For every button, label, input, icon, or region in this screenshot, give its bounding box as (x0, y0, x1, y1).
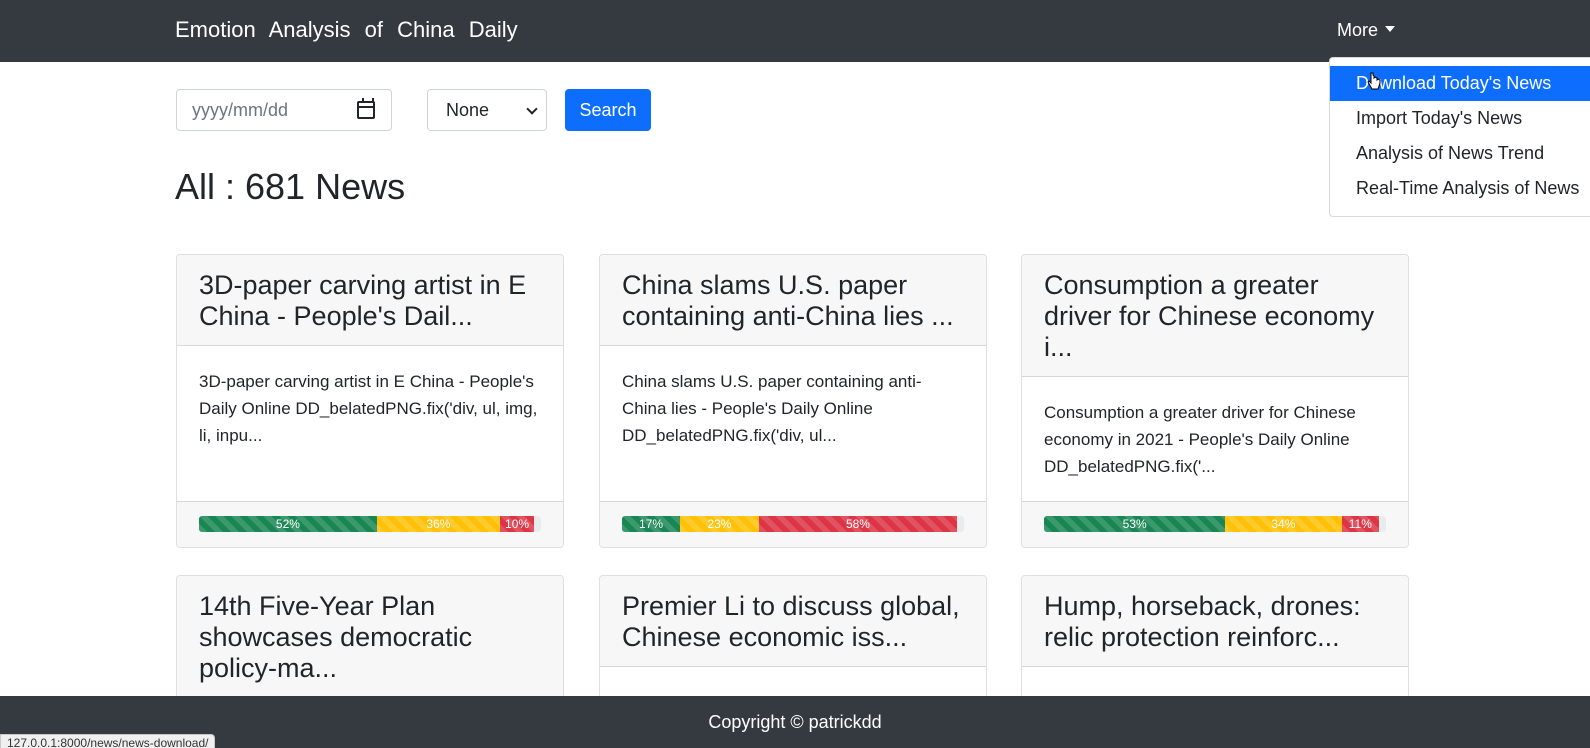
card-body: China slams U.S. paper containing anti-C… (622, 372, 922, 445)
negative-bar: 58% (758, 516, 958, 532)
navbar: Emotion Analysis of China Daily More (0, 0, 1590, 62)
date-placeholder: yyyy/mm/dd (192, 100, 289, 120)
positive-bar: 52% (199, 516, 377, 532)
negative-bar: 11% (1341, 516, 1380, 532)
card-title[interactable]: 3D-paper carving artist in E China - Peo… (177, 255, 563, 346)
card-footer: 52% 36% 10% (177, 501, 563, 547)
negative-bar: 10% (499, 516, 535, 532)
positive-bar: 17% (622, 516, 681, 532)
page-footer: Copyright © patrickdd (0, 696, 1590, 748)
sentiment-progress: 53% 34% 11% (1044, 516, 1386, 532)
menu-item-import-news[interactable]: Import Today's News (1330, 101, 1590, 136)
card-body: Consumption a greater driver for Chinese… (1044, 403, 1356, 476)
card-footer: 17% 23% 58% (600, 501, 986, 547)
menu-item-realtime-analysis[interactable]: Real-Time Analysis of News (1330, 171, 1590, 206)
news-card[interactable]: China slams U.S. paper containing anti-C… (599, 254, 987, 548)
sentiment-progress: 52% 36% 10% (199, 516, 541, 532)
card-title[interactable]: Consumption a greater driver for Chinese… (1022, 255, 1408, 377)
neutral-bar: 23% (680, 516, 759, 532)
category-select[interactable]: None (427, 89, 547, 131)
card-title[interactable]: Hump, horseback, drones: relic protectio… (1022, 576, 1408, 667)
date-input[interactable]: yyyy/mm/dd (176, 89, 392, 131)
card-title[interactable]: 14th Five-Year Plan showcases democratic… (177, 576, 563, 698)
card-title[interactable]: China slams U.S. paper containing anti-C… (600, 255, 986, 346)
select-value: None (446, 100, 490, 120)
card-footer: 53% 34% 11% (1022, 501, 1408, 547)
brand-link[interactable]: Emotion Analysis of China Daily (175, 17, 518, 43)
positive-bar: 53% (1044, 516, 1226, 532)
hand-pointer-icon (1367, 72, 1381, 90)
caret-down-icon (1385, 26, 1396, 33)
more-dropdown-toggle[interactable]: More (1337, 20, 1396, 41)
news-card[interactable]: Consumption a greater driver for Chinese… (1021, 254, 1409, 548)
news-card[interactable]: 3D-paper carving artist in E China - Peo… (176, 254, 564, 548)
news-count-heading: All : 681 News (175, 166, 406, 207)
menu-item-news-trend[interactable]: Analysis of News Trend (1330, 136, 1590, 171)
more-label: More (1337, 20, 1379, 40)
neutral-bar: 34% (1225, 516, 1342, 532)
sentiment-progress: 17% 23% 58% (622, 516, 964, 532)
card-body: 3D-paper carving artist in E China - Peo… (199, 372, 538, 445)
neutral-bar: 36% (376, 516, 500, 532)
chevron-down-icon (526, 103, 538, 115)
card-title[interactable]: Premier Li to discuss global, Chinese ec… (600, 576, 986, 667)
status-bar-url: 127.0.0.1:8000/news/news-download/ (0, 734, 216, 748)
search-button[interactable]: Search (565, 89, 651, 131)
calendar-icon[interactable] (357, 98, 375, 119)
